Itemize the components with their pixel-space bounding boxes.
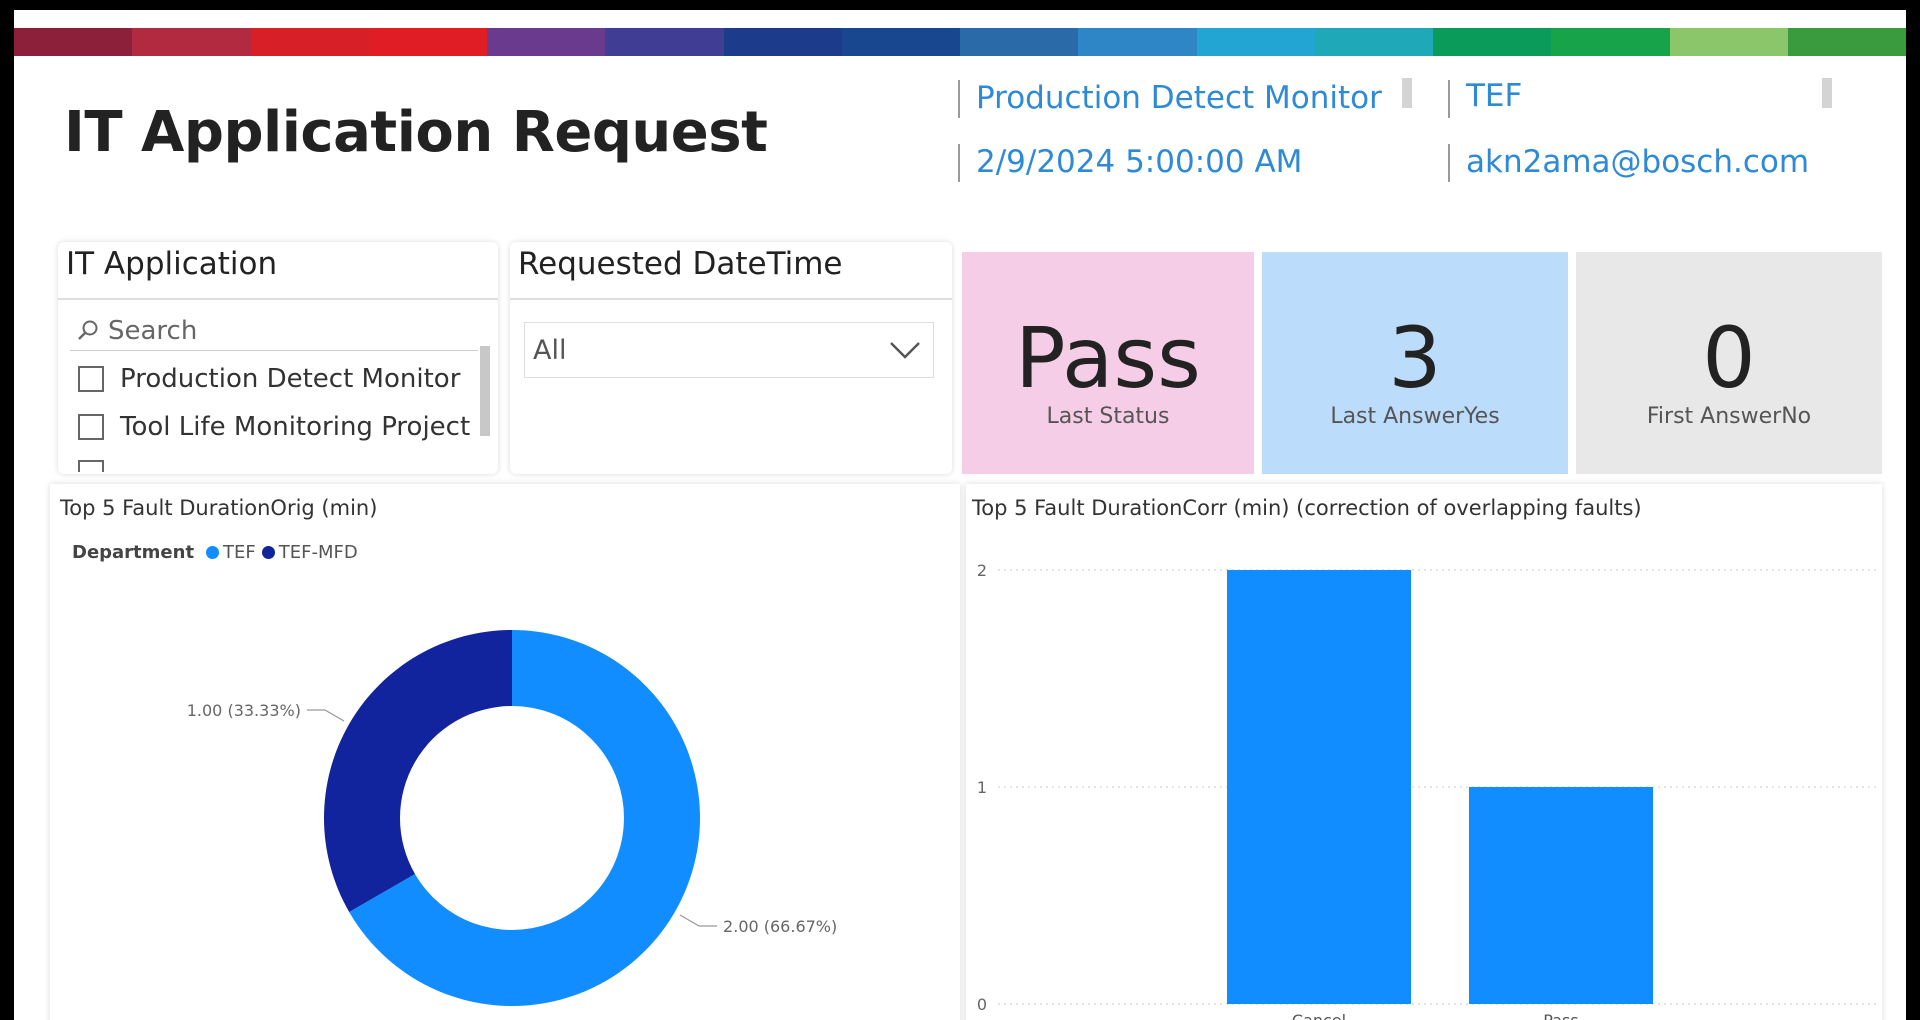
brand-bar-segment bbox=[841, 28, 960, 56]
slicer-option-production-detect-monitor[interactable]: Production Detect Monitor bbox=[78, 364, 460, 394]
kpi-value: 3 bbox=[1388, 309, 1442, 407]
checkbox[interactable] bbox=[78, 414, 104, 440]
selected-application-card: Production Detect Monitor bbox=[976, 80, 1382, 116]
option-label: Tool Life Monitoring Project bbox=[120, 412, 471, 442]
slicer-search-input[interactable]: Search bbox=[76, 316, 197, 346]
bar-cancel bbox=[1227, 570, 1411, 1004]
brand-bar-segment bbox=[250, 28, 369, 56]
search-icon bbox=[78, 320, 98, 340]
data-label-leader bbox=[306, 709, 345, 722]
donut-data-label: 1.00 (33.33%) bbox=[187, 701, 301, 720]
dropdown-value: All bbox=[533, 334, 567, 366]
kpi-last-status: Pass Last Status bbox=[962, 252, 1254, 474]
brand-bar-segment bbox=[605, 28, 724, 56]
bar-pass bbox=[1469, 787, 1653, 1004]
divider bbox=[58, 298, 498, 300]
legend-dot bbox=[206, 546, 220, 559]
it-application-slicer: IT Application Search Production Detect … bbox=[58, 242, 498, 474]
brand-bar-segment bbox=[1669, 28, 1788, 56]
checkbox[interactable] bbox=[78, 460, 104, 472]
request-datetime-card: 2/9/2024 5:00:00 AM bbox=[976, 144, 1303, 180]
kpi-label: Last Status bbox=[1046, 404, 1170, 429]
brand-bar-segment bbox=[1787, 28, 1906, 56]
checkbox[interactable] bbox=[78, 366, 104, 392]
brand-bar-segment bbox=[1551, 28, 1670, 56]
divider bbox=[510, 298, 952, 300]
data-label-leader bbox=[679, 914, 718, 927]
brand-bar-segment bbox=[368, 28, 487, 56]
legend-title: Department bbox=[72, 542, 195, 563]
x-tick-label: Pass bbox=[1543, 1011, 1578, 1020]
donut-chart-title: Top 5 Fault DurationOrig (min) bbox=[60, 496, 378, 520]
brand-bar-segment bbox=[960, 28, 1079, 56]
kpi-last-answer-yes: 3 Last AnswerYes bbox=[1262, 252, 1568, 474]
brand-bar-segment bbox=[132, 28, 251, 56]
x-tick-label: Cancel bbox=[1292, 1011, 1346, 1020]
department-card: TEF bbox=[1466, 78, 1523, 114]
donut-legend: Department TEF TEF-MFD bbox=[72, 542, 364, 563]
search-placeholder: Search bbox=[108, 316, 198, 346]
y-tick-label: 0 bbox=[977, 995, 987, 1014]
header-divider bbox=[1448, 80, 1450, 118]
slicer-option-partial[interactable] bbox=[78, 460, 120, 472]
brand-bar-segment bbox=[1078, 28, 1197, 56]
option-label: Production Detect Monitor bbox=[120, 364, 461, 394]
y-tick-label: 1 bbox=[977, 778, 987, 797]
brand-bar-segment bbox=[14, 28, 133, 56]
kpi-first-answer-no: 0 First AnswerNo bbox=[1576, 252, 1882, 474]
email-card: akn2ama@bosch.com bbox=[1466, 144, 1810, 180]
donut-chart: 2.00 (66.67%) 1.00 (33.33%) bbox=[187, 630, 837, 1006]
legend-item-tef-mfd[interactable]: TEF-MFD bbox=[261, 542, 358, 563]
brand-bar-segment bbox=[1433, 28, 1552, 56]
slicer-title: Requested DateTime bbox=[518, 246, 843, 282]
brand-bar-segment bbox=[1196, 28, 1315, 56]
legend-item-tef[interactable]: TEF bbox=[206, 542, 256, 563]
page-title: IT Application Request bbox=[64, 100, 768, 165]
chevron-down-icon bbox=[890, 342, 920, 359]
divider bbox=[70, 350, 478, 351]
donut-data-label: 2.00 (66.67%) bbox=[723, 917, 837, 936]
slicer-title: IT Application bbox=[66, 246, 278, 282]
slicer-option-tool-life-monitoring[interactable]: Tool Life Monitoring Project bbox=[78, 412, 470, 442]
requested-datetime-slicer: Requested DateTime All bbox=[510, 242, 952, 474]
brand-bar-segment bbox=[723, 28, 842, 56]
report-canvas: IT Application Request Production Detect… bbox=[14, 10, 1906, 1020]
kpi-value: Pass bbox=[1015, 309, 1201, 407]
slicer-scrollbar[interactable] bbox=[480, 346, 490, 436]
kpi-label: Last AnswerYes bbox=[1330, 404, 1500, 429]
datetime-dropdown[interactable]: All bbox=[524, 322, 934, 378]
header-divider bbox=[958, 144, 960, 182]
legend-label: TEF bbox=[223, 542, 256, 563]
legend-dot bbox=[261, 546, 275, 559]
card-resize-handle bbox=[1822, 78, 1832, 108]
brand-bar-segment bbox=[487, 28, 606, 56]
brand-color-bar bbox=[14, 28, 1906, 56]
header-divider bbox=[958, 80, 960, 118]
header-divider bbox=[1448, 144, 1450, 182]
kpi-value: 0 bbox=[1702, 309, 1756, 407]
donut-slice-tef-mfd bbox=[324, 630, 512, 912]
card-resize-handle bbox=[1402, 78, 1412, 108]
brand-bar-segment bbox=[1314, 28, 1433, 56]
y-tick-label: 2 bbox=[977, 561, 987, 580]
legend-label: TEF-MFD bbox=[278, 542, 358, 563]
bar-chart-title: Top 5 Fault DurationCorr (min) (correcti… bbox=[972, 496, 1642, 520]
bar-chart: 0 1 2 Cancel Pass bbox=[977, 561, 1876, 1020]
kpi-label: First AnswerNo bbox=[1646, 404, 1812, 429]
